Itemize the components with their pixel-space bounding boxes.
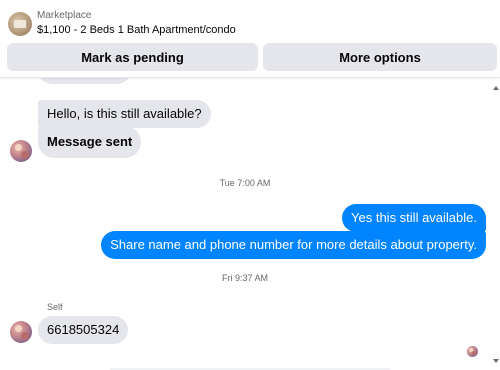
listing-meta: Marketplace $1,100 - 2 Beds 1 Bath Apart…	[37, 9, 236, 38]
message-timestamp: Fri 9:37 AM	[221, 273, 268, 283]
contact-avatar-icon[interactable]	[10, 140, 32, 162]
mark-as-pending-button[interactable]: Mark as pending	[7, 43, 258, 71]
scrollbar[interactable]	[492, 78, 500, 370]
conversation-header: Marketplace $1,100 - 2 Beds 1 Bath Apart…	[0, 0, 500, 78]
message-timestamp: Tue 7:00 AM	[219, 178, 271, 188]
incoming-message[interactable]: Hello, is this still available?	[38, 100, 211, 128]
incoming-message[interactable]: 6618505324	[38, 316, 129, 344]
sender-name: Self	[47, 302, 63, 312]
contact-avatar-icon[interactable]	[10, 321, 32, 343]
scroll-up-arrow-icon[interactable]	[493, 86, 499, 90]
message-thread[interactable]: Hello, is this still available? Message …	[0, 78, 500, 370]
partial-message-bubble	[38, 78, 131, 84]
listing-title[interactable]: $1,100 - 2 Beds 1 Bath Apartment/condo	[37, 23, 236, 38]
incoming-message[interactable]: Message sent	[38, 126, 142, 158]
more-options-button[interactable]: More options	[263, 43, 497, 71]
outgoing-message[interactable]: Yes this still available.	[342, 204, 486, 232]
outgoing-message[interactable]: Share name and phone number for more det…	[101, 231, 486, 259]
listing-thumbnail-icon[interactable]	[8, 11, 32, 36]
scroll-down-arrow-icon[interactable]	[493, 359, 499, 363]
listing-info[interactable]: Marketplace $1,100 - 2 Beds 1 Bath Apart…	[8, 9, 236, 38]
read-receipt-icon	[467, 346, 478, 357]
listing-category: Marketplace	[37, 10, 92, 21]
